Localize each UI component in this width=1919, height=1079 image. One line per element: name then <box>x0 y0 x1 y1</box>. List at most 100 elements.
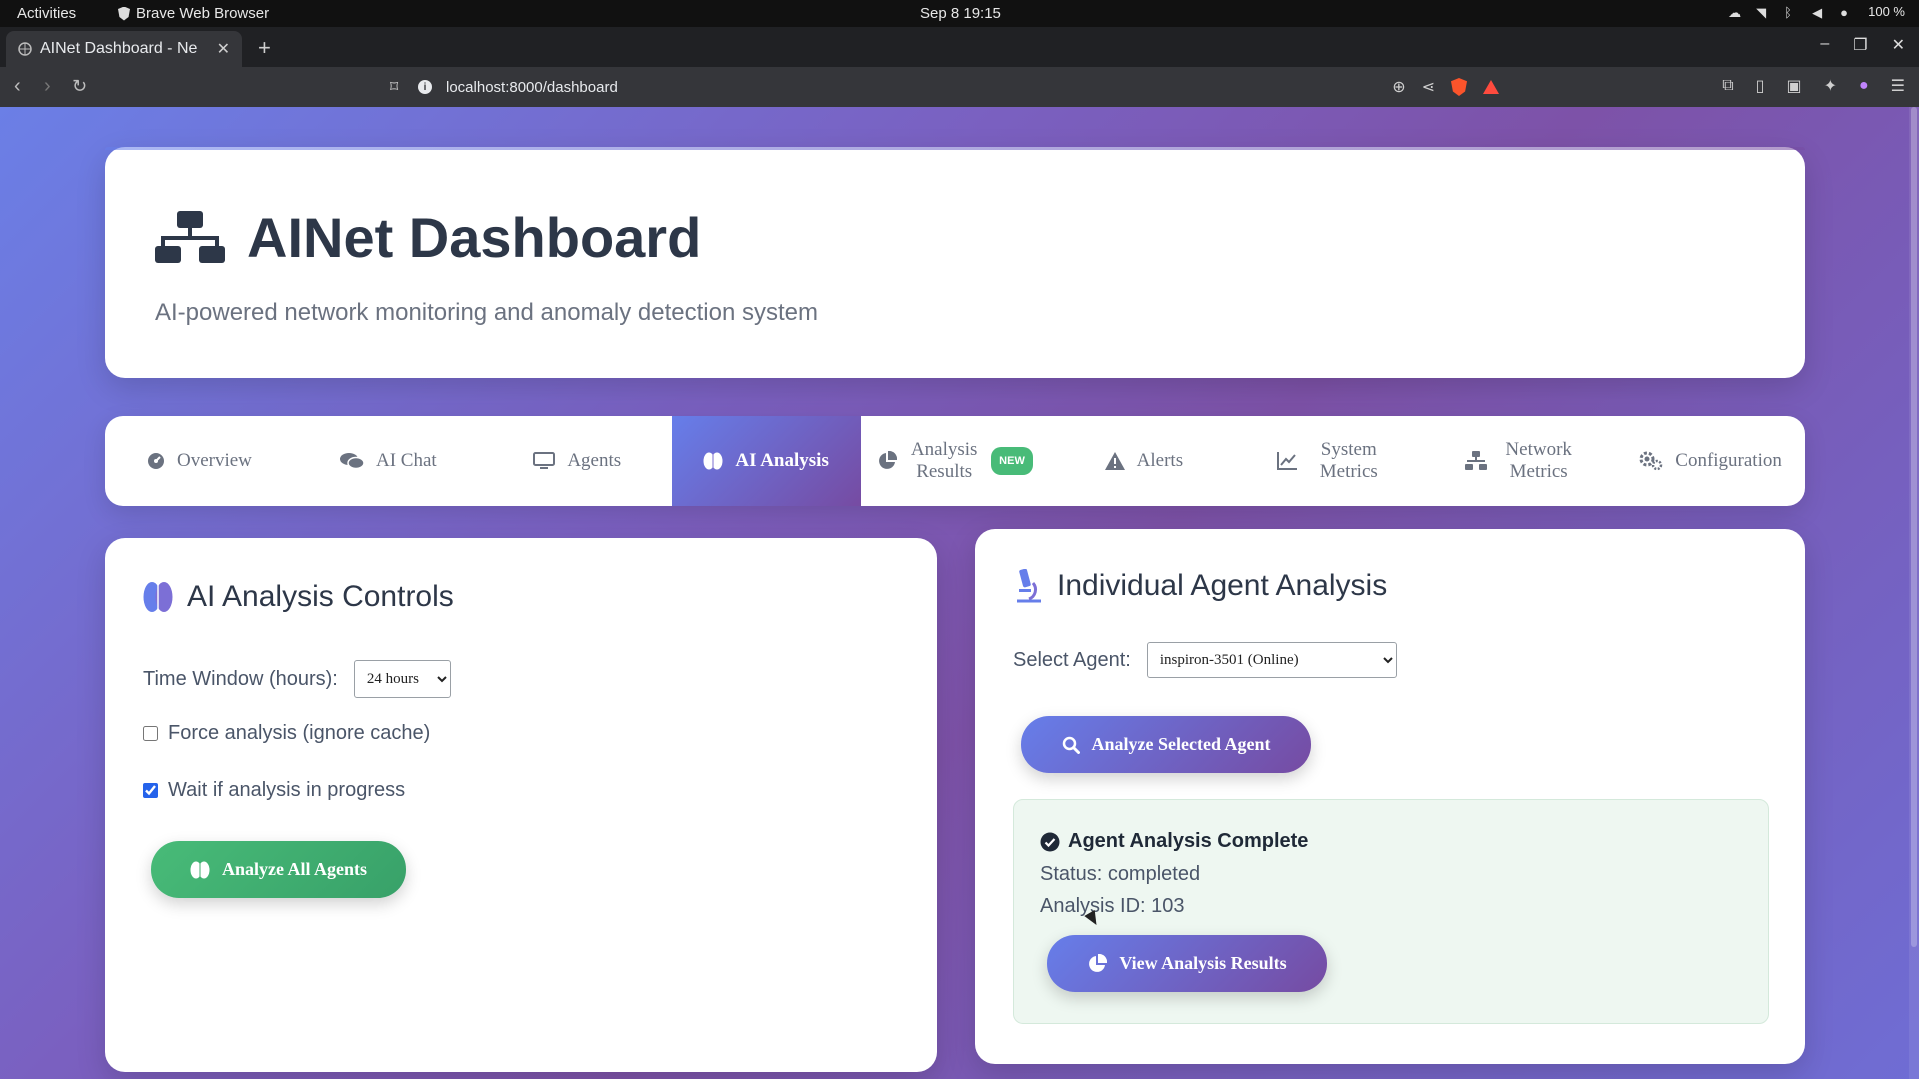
page-title: AINet Dashboard <box>247 206 702 269</box>
sitemap-icon <box>1464 451 1487 470</box>
view-results-label: View Analysis Results <box>1119 953 1287 973</box>
controls-title: AI Analysis Controls <box>187 580 454 613</box>
microscope-icon <box>1017 569 1041 603</box>
restore-icon[interactable]: ❐ <box>1853 35 1867 55</box>
check-circle-icon <box>1040 832 1060 851</box>
new-tab-button[interactable]: + <box>258 35 271 61</box>
agent-analysis-title: Individual Agent Analysis <box>1057 569 1388 602</box>
desktop-icon <box>533 452 556 469</box>
minimize-icon[interactable]: – <box>1820 35 1829 55</box>
search-icon <box>1062 736 1080 754</box>
menu-icon[interactable]: ☰ <box>1891 76 1905 96</box>
result-title: Agent Analysis Complete <box>1040 830 1308 853</box>
bluetooth-icon: ᛒ <box>1784 4 1792 20</box>
comments-icon <box>339 453 364 470</box>
cloud-icon: ☁ <box>1728 4 1742 20</box>
wait-analysis-row[interactable]: Wait if analysis in progress <box>143 779 405 802</box>
force-analysis-label: Force analysis (ignore cache) <box>168 722 431 744</box>
tab-configuration[interactable]: Configuration <box>1616 416 1805 506</box>
tab-label: AI Chat <box>375 450 437 471</box>
header-card: AINet Dashboard AI-powered network monit… <box>105 147 1805 378</box>
pie-chart-icon <box>879 451 898 469</box>
tab-overview[interactable]: Overview <box>105 416 294 506</box>
browser-tab[interactable]: AINet Dashboard - Ne ✕ <box>6 31 242 67</box>
tab-label: System Metrics <box>1319 439 1378 482</box>
reload-icon[interactable]: ↻ <box>72 76 87 97</box>
gauge-icon <box>147 453 164 469</box>
result-status: Status: completed <box>1040 863 1201 885</box>
time-window-row: Time Window (hours): 24 hours <box>143 660 451 698</box>
tab-network-metrics[interactable]: Network Metrics <box>1427 416 1616 506</box>
analyze-selected-label: Analyze Selected Agent <box>1091 734 1271 754</box>
tab-label: Network Metrics <box>1505 439 1572 482</box>
select-agent-row: Select Agent: inspiron-3501 (Online) <box>1013 642 1397 678</box>
clock[interactable]: Sep 8 19:15 <box>920 5 1001 22</box>
url-text: localhost:8000/dashboard <box>446 78 618 96</box>
forward-icon[interactable]: › <box>44 75 51 98</box>
share-icon[interactable]: ⋖ <box>1422 77 1435 97</box>
browser-toolbar: ‹ › ↻ ⌑ i localhost:8000/dashboard ⊕ ⋖ ⧉… <box>0 67 1919 107</box>
bookmark-icon[interactable]: ⌑ <box>390 77 398 97</box>
extensions-icon[interactable]: ✦ <box>1824 76 1837 96</box>
tab-alerts[interactable]: Alerts <box>1049 416 1238 506</box>
brain-icon <box>190 860 210 879</box>
tab-favicon-icon <box>18 42 32 56</box>
close-window-icon[interactable]: ✕ <box>1892 35 1905 55</box>
brain-icon <box>143 582 173 612</box>
scrollbar[interactable] <box>1909 107 1919 1079</box>
site-info-icon[interactable]: i <box>418 80 432 94</box>
page-subtitle: AI-powered network monitoring and anomal… <box>155 299 818 326</box>
analyze-selected-agent-button[interactable]: Analyze Selected Agent <box>1021 716 1311 773</box>
tab-title: AINet Dashboard - Ne <box>40 40 198 57</box>
battery-level: 100 % <box>1868 4 1905 19</box>
wifi-icon: ◥ <box>1756 4 1767 20</box>
sidebar-icon[interactable]: ▯ <box>1756 76 1765 96</box>
brave-icon <box>118 6 130 21</box>
browser-tab-strip: AINet Dashboard - Ne ✕ + – ❐ ✕ <box>0 27 1919 67</box>
tab-label: Analysis Results <box>910 439 978 482</box>
warning-icon <box>1104 452 1125 470</box>
microphone-icon: ● <box>1840 4 1848 20</box>
tab-analysis-results[interactable]: Analysis Results NEW <box>861 416 1050 506</box>
controls-heading: AI Analysis Controls <box>143 580 454 614</box>
agent-analysis-heading: Individual Agent Analysis <box>1013 569 1387 603</box>
zoom-icon[interactable]: ⊕ <box>1392 77 1405 97</box>
ai-analysis-controls-panel: AI Analysis Controls Time Window (hours)… <box>105 538 937 1072</box>
analyze-all-agents-button[interactable]: Analyze All Agents <box>151 841 406 898</box>
force-analysis-row[interactable]: Force analysis (ignore cache) <box>143 722 430 745</box>
tab-label: Overview <box>176 450 252 471</box>
wallet-icon[interactable]: ▣ <box>1786 76 1801 96</box>
activities-button[interactable]: Activities <box>17 5 76 22</box>
tab-close-icon[interactable]: ✕ <box>217 39 230 59</box>
tab-ai-analysis[interactable]: AI Analysis <box>671 416 861 506</box>
volume-icon: ◀ <box>1812 4 1823 20</box>
brave-rewards-icon[interactable] <box>1483 80 1499 94</box>
back-icon[interactable]: ‹ <box>14 75 21 98</box>
brain-icon <box>703 452 723 470</box>
agent-select[interactable]: inspiron-3501 (Online) <box>1146 642 1397 678</box>
address-bar[interactable]: i localhost:8000/dashboard <box>418 72 1488 102</box>
tab-ai-chat[interactable]: AI Chat <box>294 416 483 506</box>
time-window-label: Time Window (hours): <box>143 667 338 690</box>
analyze-all-label: Analyze All Agents <box>221 859 367 879</box>
app-menu[interactable]: Brave Web Browser <box>118 5 269 22</box>
app-name-label: Brave Web Browser <box>136 5 270 22</box>
cogs-icon <box>1639 451 1663 471</box>
leo-ai-icon[interactable]: ● <box>1859 77 1869 95</box>
toolbar-actions: ⧉ ▯ ▣ ✦ ● ☰ <box>1722 76 1905 96</box>
tab-label: Agents <box>567 450 622 471</box>
wait-analysis-label: Wait if analysis in progress <box>168 779 406 801</box>
network-icon <box>155 210 225 263</box>
scrollbar-thumb[interactable] <box>1911 107 1917 947</box>
force-analysis-checkbox[interactable] <box>143 726 158 741</box>
view-analysis-results-button[interactable]: View Analysis Results <box>1047 935 1327 992</box>
page-viewport: AINet Dashboard AI-powered network monit… <box>0 107 1919 1079</box>
tab-agents[interactable]: Agents <box>483 416 672 506</box>
time-window-select[interactable]: 24 hours <box>353 660 451 698</box>
brave-shields-icon[interactable] <box>1451 78 1467 96</box>
pie-chart-icon <box>1089 953 1108 972</box>
system-tray[interactable]: ☁ ◥ ᛒ ◀ ● 100 % <box>1728 4 1905 20</box>
tab-system-metrics[interactable]: System Metrics <box>1238 416 1427 506</box>
wait-analysis-checkbox[interactable] <box>143 783 158 798</box>
screenshot-icon[interactable]: ⧉ <box>1722 77 1733 95</box>
